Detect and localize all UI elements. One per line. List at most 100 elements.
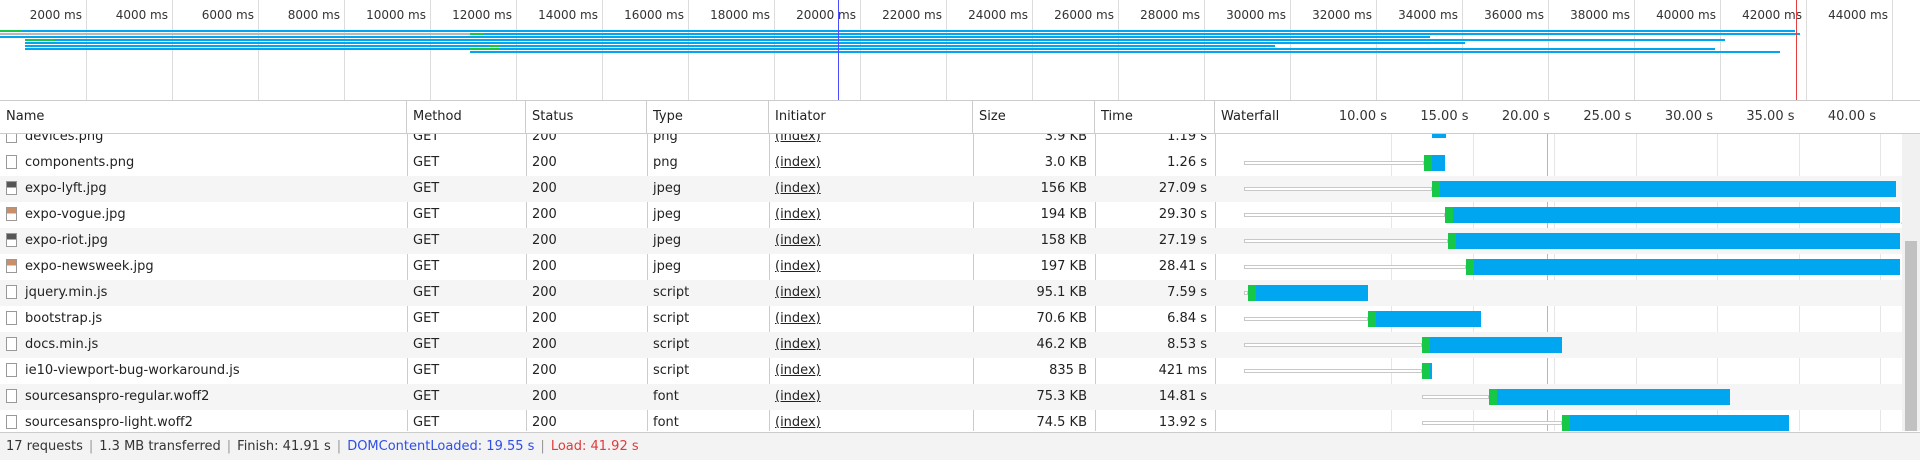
table-row-partial[interactable]: devices.png GET 200 png (index) 3.9 KB 1… (0, 134, 1902, 150)
waterfall-queue-bar (1244, 187, 1432, 191)
status-cell: 200 (532, 311, 557, 326)
table-row[interactable]: sourcesanspro-regular.woff2 GET 200 font (in… (0, 384, 1902, 410)
initiator-link[interactable]: (index) (769, 254, 973, 280)
time-cell: 27.19 s (1158, 233, 1207, 248)
overview-gridline (258, 0, 259, 100)
column-header-size[interactable]: Size (973, 101, 1095, 133)
status-cell: 200 (532, 233, 557, 248)
name-cell: devices.png (0, 134, 407, 150)
overview-tick-label: 2000 ms (29, 8, 82, 22)
request-name: sourcesanspro-light.woff2 (25, 415, 193, 430)
column-header-waterfall[interactable]: Waterfall (1215, 101, 1901, 133)
status-cell: 200 (532, 415, 557, 430)
initiator-link[interactable]: (index) (769, 306, 973, 332)
column-header-status[interactable]: Status (526, 101, 647, 133)
column-header-type[interactable]: Type (647, 101, 769, 133)
image-thumbnail-icon (6, 258, 17, 273)
overview-tick-label: 32000 ms (1312, 8, 1372, 22)
initiator-link[interactable]: (index) (769, 228, 973, 254)
initiator-link[interactable]: (index) (769, 332, 973, 358)
time-cell: 421 ms (1158, 363, 1207, 378)
size-cell: 3.9 KB (1044, 134, 1087, 144)
initiator-link[interactable]: (index) (769, 134, 973, 150)
waterfall-queue-bar (1244, 343, 1422, 347)
column-header-initiator[interactable]: Initiator (769, 101, 973, 133)
request-name: bootstrap.js (25, 311, 103, 326)
initiator-link[interactable]: (index) (769, 384, 973, 410)
waterfall-download-bar (1439, 181, 1897, 197)
table-row[interactable]: sourcesanspro-light.woff2 GET 200 font (inde… (0, 410, 1902, 431)
initiator-link[interactable]: (index) (769, 358, 973, 384)
column-header-time[interactable]: Time (1095, 101, 1215, 133)
overview-tick-label: 22000 ms (882, 8, 942, 22)
overview-wait-bar (490, 45, 500, 47)
file-png-icon (6, 154, 17, 169)
status-cell: 200 (532, 285, 557, 300)
overview-gridline (1204, 0, 1205, 100)
type-cell: script (653, 337, 690, 352)
waterfall-download-bar (1255, 285, 1369, 301)
table-row[interactable]: expo-newsweek.jpg GET 200 jpeg (index) 197 KB… (0, 254, 1902, 280)
table-row[interactable]: ie10-viewport-bug-workaround.js GET 200 scr… (0, 358, 1902, 384)
load-marker (1796, 0, 1797, 100)
file-js-icon (6, 284, 17, 299)
waterfall-waiting-bar (1247, 285, 1256, 301)
overview-timeline[interactable]: 2000 ms 4000 ms 6000 ms 8000 ms 10000 ms 1200… (0, 0, 1920, 101)
type-cell: jpeg (653, 259, 682, 274)
size-cell: 197 KB (1040, 259, 1087, 274)
overview-request-bar (25, 45, 1275, 47)
initiator-link[interactable]: (index) (769, 202, 973, 228)
overview-gridline (774, 0, 775, 100)
table-row[interactable]: expo-vogue.jpg GET 200 jpeg (index) 194 KB 29.… (0, 202, 1902, 228)
table-row[interactable]: bootstrap.js GET 200 script (index) 70.6 KB 6.… (0, 306, 1902, 332)
waterfall-waiting-bar (1423, 155, 1432, 171)
overview-gridline (1806, 0, 1807, 100)
waterfall-tick-label: 40.00 s (1827, 109, 1876, 124)
waterfall-tick-label: 35.00 s (1746, 109, 1795, 124)
initiator-link[interactable]: (index) (769, 280, 973, 306)
overview-gridline (86, 0, 87, 100)
initiator-link[interactable]: (index) (769, 176, 973, 202)
overview-gridline (1290, 0, 1291, 100)
column-header-method[interactable]: Method (407, 101, 526, 133)
table-row[interactable]: expo-lyft.jpg GET 200 jpeg (index) 156 KB 27.0… (0, 176, 1902, 202)
overview-gridline (344, 0, 345, 100)
overview-request-bar (0, 30, 1795, 32)
type-cell: script (653, 311, 690, 326)
vertical-scrollbar[interactable] (1902, 134, 1920, 431)
method-cell: GET (413, 363, 440, 378)
overview-wait-bar (470, 48, 500, 50)
request-name: expo-newsweek.jpg (25, 259, 154, 274)
name-cell: sourcesanspro-light.woff2 (0, 410, 407, 431)
table-row[interactable]: components.png GET 200 png (index) 3.0 KB 1.26… (0, 150, 1902, 176)
overview-gridline (1376, 0, 1377, 100)
request-name: ie10-viewport-bug-workaround.js (25, 363, 240, 378)
request-name: expo-lyft.jpg (25, 181, 107, 196)
size-cell: 194 KB (1040, 207, 1087, 222)
initiator-link[interactable]: (index) (769, 150, 973, 176)
overview-gridline (1032, 0, 1033, 100)
initiator-link[interactable]: (index) (769, 410, 973, 431)
table-row[interactable]: jquery.min.js GET 200 script (index) 95.1 KB 7… (0, 280, 1902, 306)
domcontentloaded-time: DOMContentLoaded: 19.55 s (347, 439, 535, 454)
file-png-icon (6, 134, 17, 143)
column-header-name[interactable]: Name (0, 101, 407, 133)
overview-request-bar (0, 36, 1430, 38)
size-cell: 156 KB (1040, 181, 1087, 196)
overview-wait-bar (25, 39, 55, 41)
method-cell: GET (413, 285, 440, 300)
table-row[interactable]: expo-riot.jpg GET 200 jpeg (index) 158 KB 27.1… (0, 228, 1902, 254)
table-row[interactable]: docs.min.js GET 200 script (index) 46.2 KB 8.5… (0, 332, 1902, 358)
request-name: expo-vogue.jpg (25, 207, 126, 222)
size-cell: 74.5 KB (1036, 415, 1087, 430)
status-cell: 200 (532, 389, 557, 404)
scrollbar-thumb[interactable] (1905, 241, 1917, 431)
request-name: sourcesanspro-regular.woff2 (25, 389, 210, 404)
type-cell: script (653, 285, 690, 300)
overview-gridline (516, 0, 517, 100)
time-cell: 6.84 s (1167, 311, 1207, 326)
name-cell: docs.min.js (0, 332, 407, 358)
name-cell: expo-vogue.jpg (0, 202, 407, 228)
overview-request-bar (25, 48, 1715, 50)
time-cell: 27.09 s (1158, 181, 1207, 196)
